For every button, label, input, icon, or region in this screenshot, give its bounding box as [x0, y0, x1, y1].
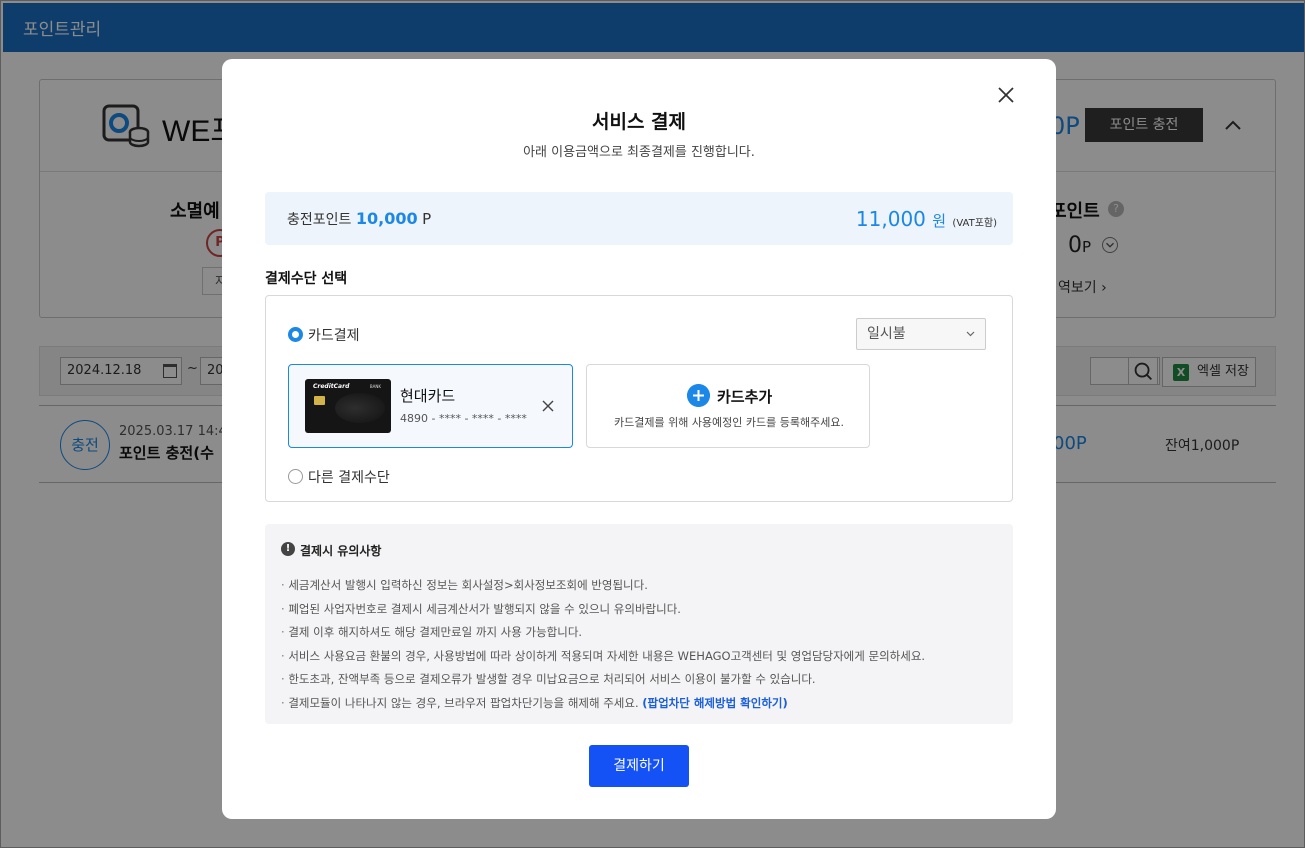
total-price: 11,000 원 (VAT포함): [855, 207, 997, 231]
registered-card[interactable]: CreditCard BANK 현대카드 4890 - **** - **** …: [288, 364, 573, 448]
notice-title: 결제시 유의사항: [300, 544, 382, 558]
payment-modal: 서비스 결제 아래 이용금액으로 최종결제를 진행합니다. 충전포인트 10,0…: [222, 59, 1056, 819]
modal-subtitle: 아래 이용금액으로 최종결제를 진행합니다.: [523, 145, 755, 160]
add-card-label: 카드추가: [717, 388, 773, 406]
card-name: 현대카드: [400, 387, 456, 405]
notice-item: 결제 이후 해지하셔도 해당 결제만료일 까지 사용 가능합니다.: [281, 623, 925, 647]
payment-summary: 충전포인트 10,000 P 11,000 원 (VAT포함): [265, 192, 1013, 245]
notice-item: 한도초과, 잔액부족 등으로 결제오류가 발생할 경우 미납요금으로 처리되어 …: [281, 670, 925, 694]
card-chip-icon: [314, 396, 325, 405]
notice-list: 세금계산서 발행시 입력하신 정보는 회사설정>회사정보조회에 반영됩니다. 폐…: [281, 576, 925, 718]
remove-card-icon[interactable]: [542, 400, 554, 412]
close-icon[interactable]: [996, 85, 1016, 105]
pay-button[interactable]: 결제하기: [589, 745, 689, 787]
other-payment-radio[interactable]: [288, 469, 303, 484]
installment-select[interactable]: 일시불: [856, 318, 986, 350]
card-bank-text: BANK: [369, 384, 381, 389]
credit-card-image: CreditCard BANK: [305, 379, 391, 433]
card-brand-text: CreditCard: [313, 383, 350, 390]
add-card-description: 카드결제를 위해 사용예정인 카드를 등록해주세요.: [613, 416, 844, 429]
payment-notice: ! 결제시 유의사항 세금계산서 발행시 입력하신 정보는 회사설정>회사정보조…: [265, 524, 1013, 724]
other-payment-label[interactable]: 다른 결제수단: [308, 467, 390, 487]
popup-help-link[interactable]: (팝업차단 해제방법 확인하기): [642, 696, 787, 710]
payment-method-title: 결제수단 선택: [265, 271, 348, 287]
charge-points: 충전포인트 10,000 P: [287, 209, 432, 228]
chevron-down-icon: [966, 331, 975, 337]
notice-item: 결제모듈이 나타나지 않는 경우, 브라우저 팝업차단기능을 해제해 주세요. …: [281, 694, 925, 718]
notice-item: 세금계산서 발행시 입력하신 정보는 회사설정>회사정보조회에 반영됩니다.: [281, 576, 925, 600]
notice-item: 서비스 사용요금 환불의 경우, 사용방법에 따라 상이하게 적용되며 자세한 …: [281, 647, 925, 671]
payment-method-box: 카드결제 일시불 CreditCard BANK 현대카드 4890 - ***…: [265, 295, 1013, 502]
card-payment-label[interactable]: 카드결제: [308, 325, 360, 345]
card-payment-radio[interactable]: [288, 327, 303, 342]
card-number: 4890 - **** - **** - ****: [400, 412, 527, 425]
warning-icon: !: [281, 542, 295, 556]
world-map-graphic: [335, 393, 385, 423]
notice-item: 폐업된 사업자번호로 결제시 세금계산서가 발행되지 않을 수 있으니 유의바랍…: [281, 600, 925, 624]
modal-title: 서비스 결제: [591, 111, 686, 133]
add-card-button[interactable]: 카드추가 카드결제를 위해 사용예정인 카드를 등록해주세요.: [586, 364, 870, 448]
plus-icon: [687, 384, 710, 407]
